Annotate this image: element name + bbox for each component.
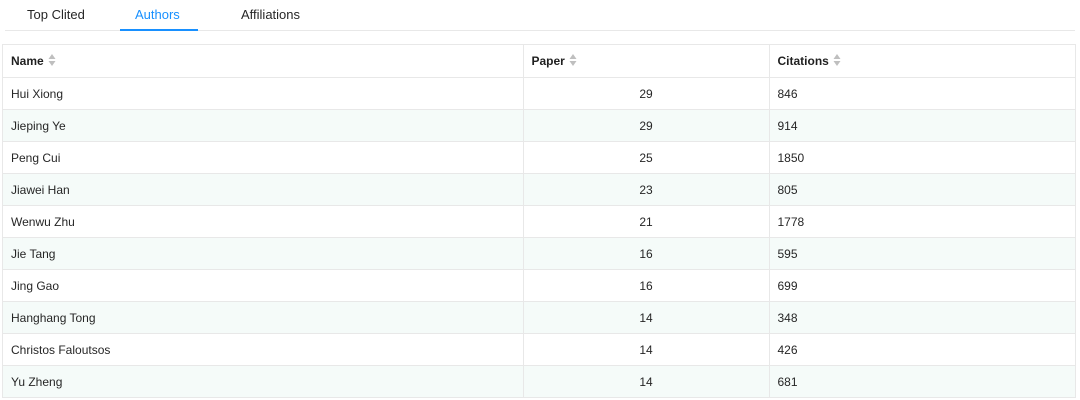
cell-name: Christos Faloutsos [3, 333, 523, 366]
tab-bar: Top Clited Authors Affiliations [5, 0, 1075, 31]
column-header-citations[interactable]: Citations [768, 45, 1075, 78]
cell-citations: 1778 [768, 205, 1075, 238]
cell-name: Jie Tang [3, 237, 523, 270]
tab-authors[interactable]: Authors [135, 6, 180, 24]
table-row[interactable]: Jie Tang 16 595 [3, 237, 1075, 270]
column-header-label: Paper [531, 53, 565, 68]
cell-paper: 21 [522, 205, 769, 238]
cell-paper: 23 [522, 173, 769, 206]
cell-citations: 681 [768, 365, 1075, 398]
cell-citations: 699 [768, 269, 1075, 302]
cell-citations: 426 [768, 333, 1075, 366]
cell-paper: 16 [522, 237, 769, 270]
cell-citations: 595 [768, 237, 1075, 270]
authors-table: Name Paper Citations Hui Xiong 29 846 Jiep… [2, 44, 1076, 398]
cell-citations: 846 [768, 77, 1075, 110]
tab-affiliations[interactable]: Affiliations [241, 6, 300, 24]
cell-paper: 14 [522, 333, 769, 366]
cell-name: Jing Gao [3, 269, 523, 302]
table-row[interactable]: Peng Cui 25 1850 [3, 141, 1075, 174]
cell-name: Jiawei Han [3, 173, 523, 206]
sort-icon[interactable] [48, 53, 56, 67]
cell-name: Hui Xiong [3, 77, 523, 110]
cell-paper: 29 [522, 77, 769, 110]
cell-paper: 29 [522, 109, 769, 142]
cell-paper: 25 [522, 141, 769, 174]
cell-paper: 14 [522, 365, 769, 398]
cell-paper: 16 [522, 269, 769, 302]
column-header-paper[interactable]: Paper [522, 45, 769, 78]
cell-name: Yu Zheng [3, 365, 523, 398]
column-header-name[interactable]: Name [3, 45, 523, 78]
table-row[interactable]: Christos Faloutsos 14 426 [3, 333, 1075, 366]
column-header-label: Citations [777, 53, 829, 68]
cell-name: Wenwu Zhu [3, 205, 523, 238]
table-row[interactable]: Hanghang Tong 14 348 [3, 301, 1075, 334]
cell-citations: 348 [768, 301, 1075, 334]
table-row[interactable]: Yu Zheng 14 681 [3, 365, 1075, 398]
cell-name: Hanghang Tong [3, 301, 523, 334]
cell-paper: 14 [522, 301, 769, 334]
cell-citations: 805 [768, 173, 1075, 206]
sort-icon[interactable] [569, 53, 577, 67]
cell-citations: 914 [768, 109, 1075, 142]
table-header-row: Name Paper Citations [3, 45, 1075, 78]
cell-citations: 1850 [768, 141, 1075, 174]
cell-name: Jieping Ye [3, 109, 523, 142]
column-header-label: Name [11, 53, 44, 68]
table-row[interactable]: Wenwu Zhu 21 1778 [3, 205, 1075, 238]
cell-name: Peng Cui [3, 141, 523, 174]
active-tab-indicator [120, 29, 198, 31]
table-row[interactable]: Jieping Ye 29 914 [3, 109, 1075, 142]
sort-icon[interactable] [833, 53, 841, 67]
table-row[interactable]: Jing Gao 16 699 [3, 269, 1075, 302]
table-row[interactable]: Jiawei Han 23 805 [3, 173, 1075, 206]
table-row[interactable]: Hui Xiong 29 846 [3, 77, 1075, 110]
tab-top-cited[interactable]: Top Clited [27, 6, 85, 24]
